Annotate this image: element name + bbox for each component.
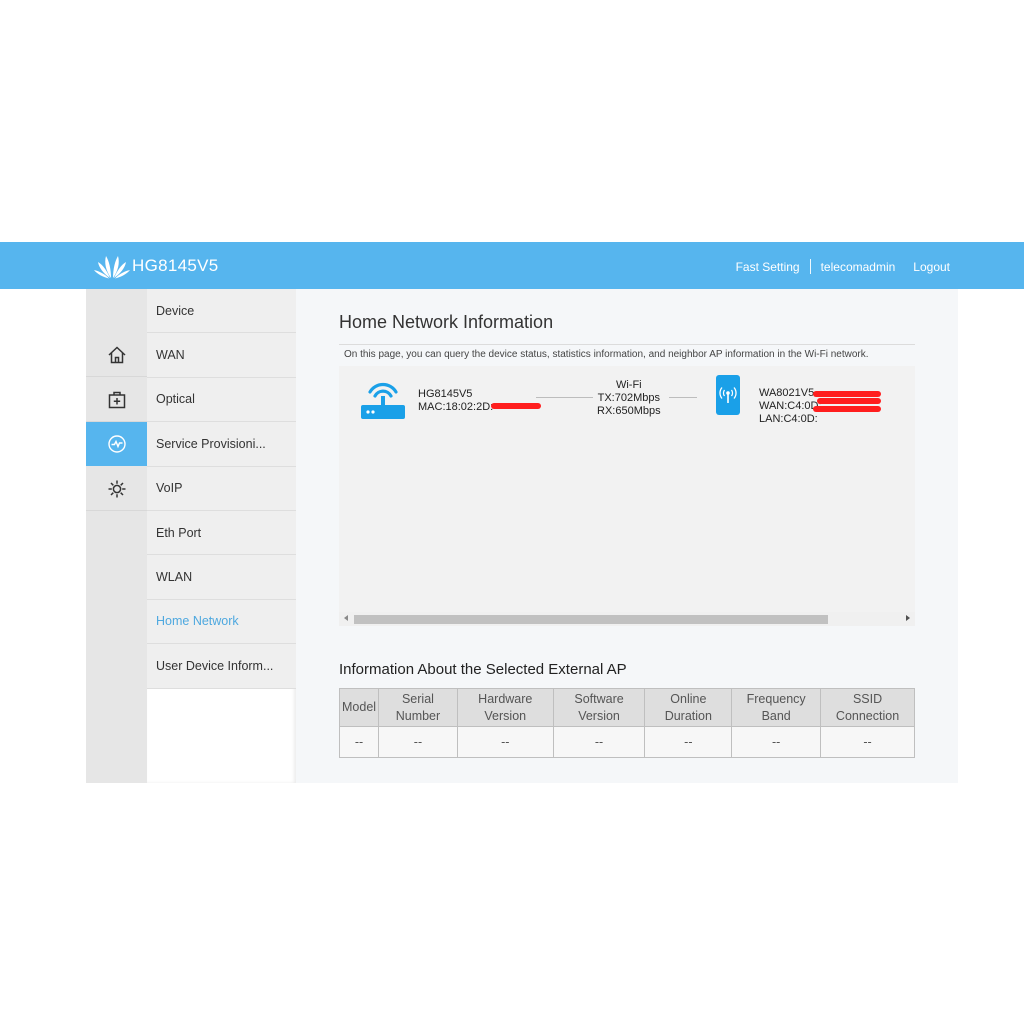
- title-divider: [339, 344, 915, 345]
- column-header-software-version: Software Version: [552, 688, 646, 727]
- wifi-link-info: Wi-Fi TX:702Mbps RX:650Mbps: [597, 379, 661, 418]
- table-cell: --: [338, 726, 380, 758]
- gateway-info: HG8145V5 MAC:18:02:2D:: [418, 388, 493, 414]
- category-rail: [86, 289, 154, 783]
- access-point-icon[interactable]: [716, 375, 740, 415]
- menu-item-wlan[interactable]: WLAN: [147, 555, 296, 600]
- ap-wan-mac: WAN:C4:0D:: [759, 400, 822, 412]
- menu-item-eth-port[interactable]: Eth Port: [147, 510, 296, 556]
- top-navigation: Fast Setting telecomadmin Logout: [736, 259, 950, 274]
- redaction-mark: [813, 406, 881, 412]
- menu-item-wan[interactable]: WAN: [147, 333, 296, 378]
- redaction-mark: [817, 398, 881, 404]
- sub-menu: Device WAN Optical Service Provisioni...…: [147, 289, 296, 783]
- menu-item-device[interactable]: Device: [147, 289, 296, 334]
- rail-item-settings[interactable]: [86, 467, 147, 511]
- column-header-hardware-version: Hardware Version: [456, 688, 554, 727]
- rail-item-status[interactable]: [86, 422, 154, 466]
- ap-lan-mac: LAN:C4:0D:: [759, 413, 818, 425]
- link-type: Wi-Fi: [615, 379, 642, 391]
- redaction-mark: [813, 391, 881, 397]
- menu-item-optical[interactable]: Optical: [147, 377, 296, 423]
- menu-item-service-provisioning[interactable]: Service Provisioni...: [147, 422, 296, 467]
- external-ap-table: Model Serial Number Hardware Version Softw…: [338, 688, 915, 758]
- menu-item-user-device-info[interactable]: User Device Inform...: [147, 644, 296, 689]
- scrollbar-thumb[interactable]: [354, 615, 828, 624]
- table-cell: --: [731, 726, 822, 758]
- plus-box-icon: [108, 391, 125, 408]
- rail-item-advanced[interactable]: [86, 378, 147, 422]
- table-cell: --: [552, 726, 646, 758]
- page-description: On this page, you can query the device s…: [344, 349, 869, 360]
- column-header-ssid-connection: SSID Connection: [820, 688, 915, 727]
- gateway-name: HG8145V5: [418, 388, 473, 400]
- device-model-title: HG8145V5: [132, 256, 219, 275]
- logout-link[interactable]: Logout: [913, 260, 950, 274]
- nav-separator: [809, 259, 811, 274]
- table-cell: --: [644, 726, 733, 758]
- link-tx-rate: TX:702Mbps: [597, 392, 660, 404]
- connection-line-left: [536, 397, 593, 398]
- gear-icon: [108, 480, 125, 497]
- scroll-right-arrow[interactable]: [906, 615, 910, 621]
- redaction-mark: [491, 403, 541, 409]
- router-icon[interactable]: [361, 378, 405, 420]
- connection-line-right: [669, 397, 697, 398]
- horizontal-scrollbar[interactable]: [339, 612, 915, 626]
- fast-setting-link[interactable]: Fast Setting: [736, 260, 800, 274]
- table-cell: --: [820, 726, 915, 758]
- pulse-icon: [107, 434, 126, 453]
- table-row: -- -- -- -- -- -- --: [338, 726, 915, 758]
- rail-item-home[interactable]: [86, 333, 147, 377]
- column-header-model: Model: [338, 688, 380, 727]
- scroll-left-arrow[interactable]: [344, 615, 348, 621]
- home-icon: [107, 345, 126, 363]
- huawei-logo-icon: [94, 256, 130, 279]
- top-header: HG8145V5 Fast Setting telecomadmin Logou…: [0, 242, 1024, 289]
- table-header-row: Model Serial Number Hardware Version Softw…: [338, 688, 915, 727]
- page-title: Home Network Information: [339, 312, 554, 332]
- column-header-serial-number: Serial Number: [378, 688, 458, 727]
- main-content: Home Network Information On this page, y…: [296, 289, 958, 783]
- table-cell: --: [378, 726, 458, 758]
- column-header-frequency-band: Frequency Band: [731, 688, 822, 727]
- external-ap-section-title: Information About the Selected External …: [339, 661, 627, 678]
- column-header-online-duration: Online Duration: [644, 688, 733, 727]
- link-rx-rate: RX:650Mbps: [597, 405, 661, 417]
- table-cell: --: [456, 726, 554, 758]
- menu-item-home-network[interactable]: Home Network: [147, 599, 296, 645]
- menu-item-voip[interactable]: VoIP: [147, 466, 296, 511]
- gateway-mac: MAC:18:02:2D:: [418, 401, 494, 413]
- network-topology-panel[interactable]: HG8145V5 MAC:18:02:2D: Wi-Fi TX:702Mbps …: [339, 366, 915, 626]
- user-account-link[interactable]: telecomadmin: [821, 260, 896, 274]
